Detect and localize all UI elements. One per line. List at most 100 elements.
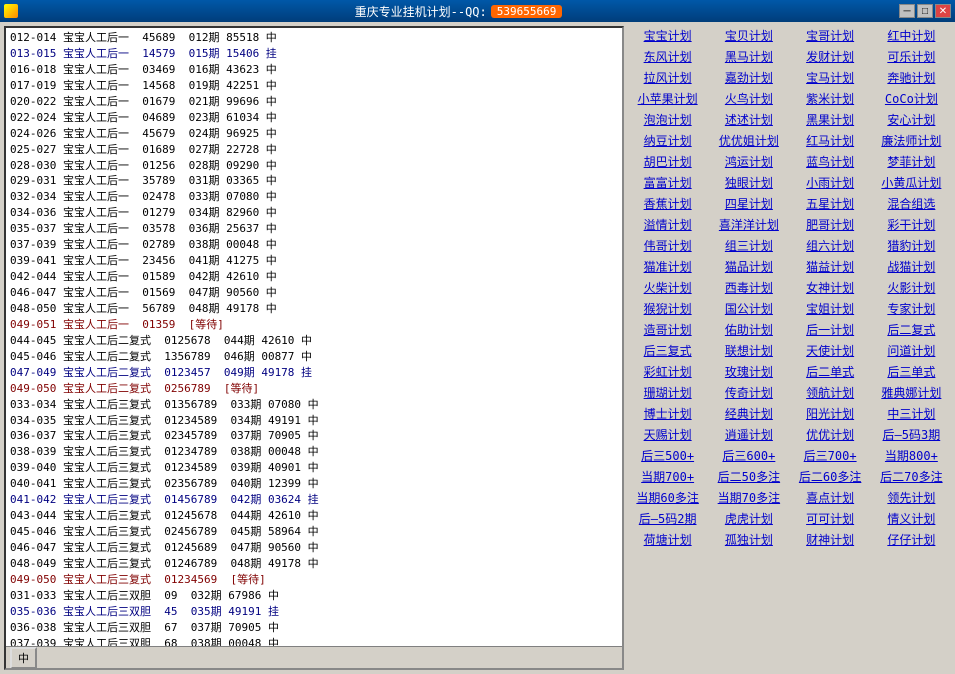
plan-link[interactable]: 天赐计划 [628,425,707,444]
plan-link[interactable]: 猴猊计划 [628,299,707,318]
plan-link[interactable]: 专家计划 [872,299,951,318]
plan-link[interactable]: 当期70多注 [709,488,788,507]
plan-link[interactable]: 述述计划 [709,110,788,129]
plan-link[interactable]: 当期800+ [872,446,951,465]
plan-link[interactable]: 领航计划 [791,383,870,402]
plan-link[interactable]: 混合组选 [872,194,951,213]
plan-link[interactable]: 四星计划 [709,194,788,213]
plan-link[interactable]: 珊瑚计划 [628,383,707,402]
plan-link[interactable]: 组六计划 [791,236,870,255]
plan-link[interactable]: 嘉劲计划 [709,68,788,87]
plan-link[interactable]: 富富计划 [628,173,707,192]
plan-link[interactable]: 猎豹计划 [872,236,951,255]
plan-link[interactable]: 当期700+ [628,467,707,486]
plan-link[interactable]: 猫益计划 [791,257,870,276]
plan-link[interactable]: 五星计划 [791,194,870,213]
plan-link[interactable]: 问道计划 [872,341,951,360]
plan-link[interactable]: 鸿运计划 [709,152,788,171]
plan-link[interactable]: 猫品计划 [709,257,788,276]
plan-link[interactable]: 独眼计划 [709,173,788,192]
plan-link[interactable]: 佑助计划 [709,320,788,339]
plan-link[interactable]: 女神计划 [791,278,870,297]
plan-link[interactable]: 组三计划 [709,236,788,255]
plan-link[interactable]: 彩干计划 [872,215,951,234]
maximize-button[interactable]: □ [917,4,933,18]
plan-link[interactable]: 发财计划 [791,47,870,66]
close-button[interactable]: ✕ [935,4,951,18]
plan-link[interactable]: 东风计划 [628,47,707,66]
plan-link[interactable]: 溢情计划 [628,215,707,234]
plan-link[interactable]: 红马计划 [791,131,870,150]
plan-link[interactable]: 孤独计划 [709,530,788,549]
plan-link[interactable]: 小黄瓜计划 [872,173,951,192]
plan-link[interactable]: 当期60多注 [628,488,707,507]
plan-link[interactable]: 阳光计划 [791,404,870,423]
minimize-button[interactable]: ─ [899,4,915,18]
plan-link[interactable]: 安心计划 [872,110,951,129]
plan-link[interactable]: 宝宝计划 [628,26,707,45]
plan-link[interactable]: 猫准计划 [628,257,707,276]
plan-link[interactable]: 荷塘计划 [628,530,707,549]
plan-link[interactable]: 彩虹计划 [628,362,707,381]
plan-link[interactable]: 博士计划 [628,404,707,423]
plan-link[interactable]: 可可计划 [791,509,870,528]
plan-link[interactable]: 后二70多注 [872,467,951,486]
plan-link[interactable]: 宝姐计划 [791,299,870,318]
plan-link[interactable]: 红中计划 [872,26,951,45]
plan-link[interactable]: 传奇计划 [709,383,788,402]
plan-link[interactable]: 后三单式 [872,362,951,381]
plan-link[interactable]: 火影计划 [872,278,951,297]
plan-link[interactable]: 泡泡计划 [628,110,707,129]
plan-link[interactable]: 廉法师计划 [872,131,951,150]
plan-link[interactable]: 梦菲计划 [872,152,951,171]
plan-link[interactable]: 造哥计划 [628,320,707,339]
plan-link[interactable]: 后三700+ [791,446,870,465]
plan-link[interactable]: 雅典娜计划 [872,383,951,402]
plan-link[interactable]: 国公计划 [709,299,788,318]
plan-link[interactable]: 喜点计划 [791,488,870,507]
plan-link[interactable]: 逍遥计划 [709,425,788,444]
plan-link[interactable]: 天使计划 [791,341,870,360]
plan-link[interactable]: 宝马计划 [791,68,870,87]
plan-link[interactable]: 联想计划 [709,341,788,360]
plan-link[interactable]: 中三计划 [872,404,951,423]
plan-link[interactable]: 可乐计划 [872,47,951,66]
plan-link[interactable]: 后二50多注 [709,467,788,486]
plan-link[interactable]: 香蕉计划 [628,194,707,213]
plan-link[interactable]: 战猫计划 [872,257,951,276]
plan-link[interactable]: 后二60多注 [791,467,870,486]
plan-link[interactable]: 虎虎计划 [709,509,788,528]
plan-link[interactable]: 后三500+ [628,446,707,465]
plan-link[interactable]: 后—5码3期 [872,425,951,444]
plan-link[interactable]: 玫瑰计划 [709,362,788,381]
status-button[interactable]: 中 [10,647,37,669]
plan-link[interactable]: 宝哥计划 [791,26,870,45]
plan-link[interactable]: 肥哥计划 [791,215,870,234]
plan-link[interactable]: 拉风计划 [628,68,707,87]
plan-link[interactable]: 喜洋洋计划 [709,215,788,234]
plan-link[interactable]: 优优计划 [791,425,870,444]
plan-link[interactable]: 胡巴计划 [628,152,707,171]
plan-link[interactable]: 小雨计划 [791,173,870,192]
plan-link[interactable]: 小苹果计划 [628,89,707,108]
plan-link[interactable]: 优优姐计划 [709,131,788,150]
plan-link[interactable]: 后三复式 [628,341,707,360]
plan-link[interactable]: 宝贝计划 [709,26,788,45]
plan-link[interactable]: 黑马计划 [709,47,788,66]
plan-link[interactable]: 经典计划 [709,404,788,423]
plan-link[interactable]: 纳豆计划 [628,131,707,150]
plan-link[interactable]: 财神计划 [791,530,870,549]
plan-link[interactable]: 火柴计划 [628,278,707,297]
plan-link[interactable]: 黑果计划 [791,110,870,129]
plan-link[interactable]: 奔驰计划 [872,68,951,87]
plan-link[interactable]: CoCo计划 [872,89,951,108]
plan-link[interactable]: 蓝鸟计划 [791,152,870,171]
plan-link[interactable]: 后三600+ [709,446,788,465]
plan-link[interactable]: 情义计划 [872,509,951,528]
plan-link[interactable]: 紫米计划 [791,89,870,108]
plan-content[interactable]: 012-014 宝宝人工后一 45689 012期 85518 中013-015… [6,28,622,646]
plan-link[interactable]: 后一计划 [791,320,870,339]
plan-link[interactable]: 后二复式 [872,320,951,339]
plan-link[interactable]: 仔仔计划 [872,530,951,549]
plan-link[interactable]: 后—5码2期 [628,509,707,528]
